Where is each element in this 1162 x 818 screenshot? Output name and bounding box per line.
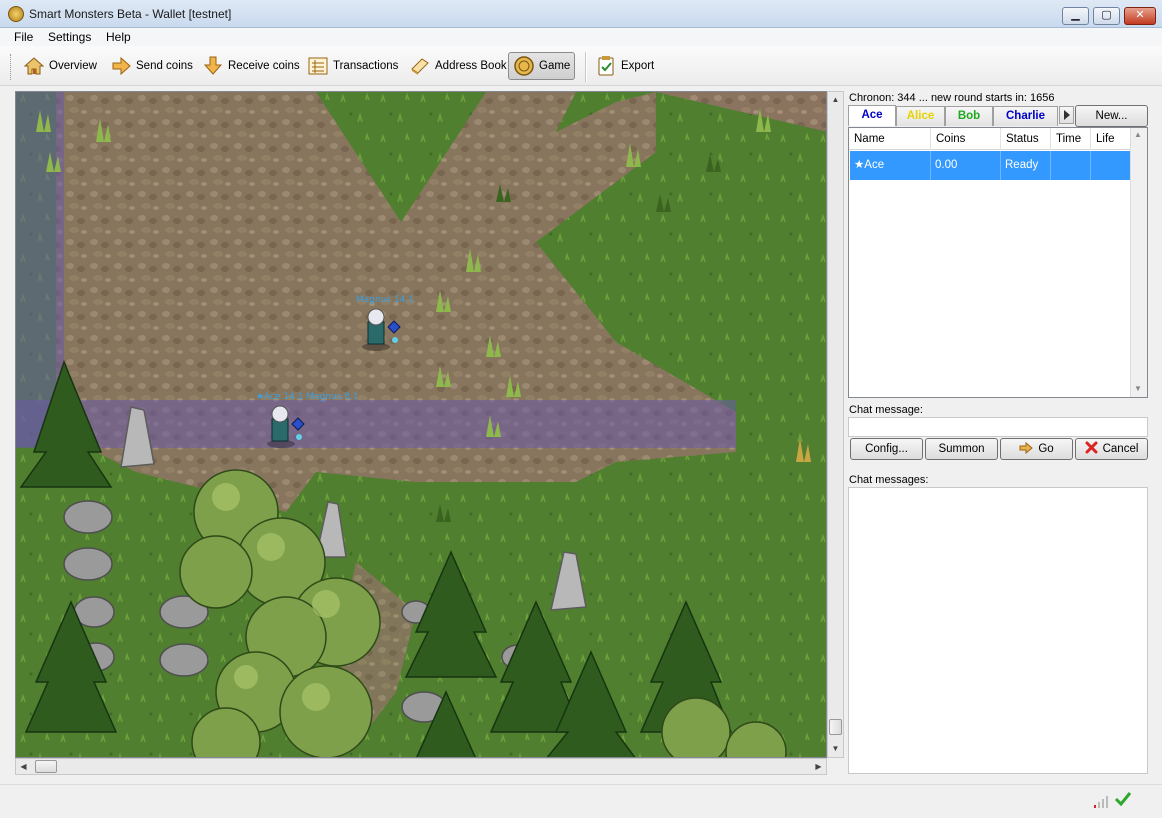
game-map-view[interactable]: Magnus 14.1 ★Ace 14.1 Magnus 8.1 <box>15 91 827 758</box>
list-icon <box>307 55 329 77</box>
export-label: Export <box>621 60 655 72</box>
game-label: Game <box>539 60 571 72</box>
tab-alice-label: Alice <box>906 110 935 122</box>
send-coins-label: Send coins <box>136 60 193 72</box>
table-header: Name Coins Status Time Life <box>849 128 1131 150</box>
overview-button[interactable]: Overview <box>19 52 101 80</box>
cell-time <box>1051 151 1091 180</box>
player-tabs: Ace Alice Bob Charlie <box>848 105 1078 126</box>
vertical-scroll-thumb[interactable] <box>829 719 842 735</box>
overview-label: Overview <box>49 60 97 72</box>
app-icon <box>8 6 24 22</box>
tab-bob[interactable]: Bob <box>945 106 993 126</box>
chat-message-label: Chat message: <box>849 404 923 416</box>
transactions-button[interactable]: Transactions <box>303 52 402 80</box>
chat-messages-log[interactable] <box>848 487 1148 774</box>
cell-life <box>1091 151 1131 180</box>
window-title: Smart Monsters Beta - Wallet [testnet] <box>29 7 232 21</box>
game-button[interactable]: Game <box>508 52 576 80</box>
config-button[interactable]: Config... <box>850 438 923 460</box>
go-button[interactable]: Go <box>1000 438 1073 460</box>
cancel-button[interactable]: Cancel <box>1075 438 1148 460</box>
players-table: Name Coins Status Time Life ★Ace 0.00 Re… <box>848 127 1148 398</box>
home-icon <box>23 55 45 77</box>
minimize-button[interactable]: ▁ <box>1062 7 1089 25</box>
menu-bar: File Settings Help <box>0 28 1162 46</box>
cell-name: ★Ace <box>850 151 931 180</box>
column-life[interactable]: Life <box>1091 128 1131 150</box>
tab-alice[interactable]: Alice <box>896 106 945 126</box>
sync-ok-icon <box>1114 791 1132 810</box>
menu-settings[interactable]: Settings <box>48 30 91 44</box>
game-vertical-scrollbar[interactable]: ▲ ▼ <box>827 91 844 758</box>
book-icon <box>409 55 431 77</box>
table-scroll-up-icon[interactable]: ▲ <box>1134 130 1142 139</box>
window-title-bar: Smart Monsters Beta - Wallet [testnet] ▁… <box>0 0 1162 28</box>
scroll-down-icon[interactable]: ▼ <box>828 741 843 756</box>
new-player-button[interactable]: New... <box>1075 105 1148 127</box>
arrow-down-icon <box>202 55 224 77</box>
table-scroll-down-icon[interactable]: ▼ <box>1134 384 1142 393</box>
receive-coins-label: Receive coins <box>228 60 300 72</box>
column-status[interactable]: Status <box>1001 128 1051 150</box>
chronon-status: Chronon: 344 ... new round starts in: 16… <box>849 92 1055 104</box>
cancel-label: Cancel <box>1102 443 1139 455</box>
cell-coins: 0.00 <box>931 151 1001 180</box>
tab-charlie-label: Charlie <box>1006 110 1045 122</box>
scroll-right-icon[interactable]: ▶ <box>811 759 826 774</box>
cancel-x-icon <box>1085 441 1098 457</box>
tab-bob-label: Bob <box>957 110 981 122</box>
close-button[interactable]: ✕ <box>1124 7 1156 25</box>
export-button[interactable]: Export <box>591 52 658 80</box>
menu-file[interactable]: File <box>14 30 33 44</box>
column-name[interactable]: Name <box>849 128 931 150</box>
receive-coins-button[interactable]: Receive coins <box>198 52 304 80</box>
new-player-label: New... <box>1095 110 1128 122</box>
menu-help[interactable]: Help <box>106 30 131 44</box>
column-time[interactable]: Time <box>1051 128 1091 150</box>
scroll-left-icon[interactable]: ◀ <box>16 759 31 774</box>
toolbar-separator <box>585 52 587 82</box>
toolbar-grip[interactable] <box>10 54 13 80</box>
clipboard-icon <box>595 55 617 77</box>
main-toolbar: Overview Send coins Receive coins Transa… <box>0 46 1162 86</box>
column-coins[interactable]: Coins <box>931 128 1001 150</box>
scroll-up-icon[interactable]: ▲ <box>828 92 843 107</box>
arrow-right-icon <box>110 55 132 77</box>
maximize-button[interactable]: ▢ <box>1093 7 1120 25</box>
send-coins-button[interactable]: Send coins <box>106 52 197 80</box>
tab-ace-label: Ace <box>861 109 883 121</box>
address-book-label: Address Book <box>435 60 507 72</box>
status-bar <box>0 784 1162 818</box>
horizontal-scroll-thumb[interactable] <box>35 760 57 773</box>
coin-icon <box>513 55 535 77</box>
table-scrollbar[interactable]: ▲ ▼ <box>1130 128 1147 397</box>
config-label: Config... <box>865 443 908 455</box>
go-arrow-icon <box>1019 441 1034 457</box>
go-label: Go <box>1038 443 1054 455</box>
chat-messages-label: Chat messages: <box>849 474 929 486</box>
game-map: Magnus 14.1 ★Ace 14.1 Magnus 8.1 <box>16 92 826 757</box>
summon-label: Summon <box>938 443 985 455</box>
player-b-label: ★Ace 14.1 Magnus 8.1 <box>256 392 359 402</box>
tab-ace[interactable]: Ace <box>848 105 896 126</box>
summon-button[interactable]: Summon <box>925 438 998 460</box>
address-book-button[interactable]: Address Book <box>405 52 511 80</box>
transactions-label: Transactions <box>333 60 399 72</box>
tab-charlie[interactable]: Charlie <box>993 106 1058 126</box>
game-horizontal-scrollbar[interactable]: ◀ ▶ <box>15 758 827 775</box>
chat-message-input[interactable] <box>848 417 1148 437</box>
tab-scroll-right-icon[interactable] <box>1059 106 1074 124</box>
player-a-label: Magnus 14.1 <box>356 295 414 305</box>
connections-icon <box>1093 795 1109 812</box>
cell-status: Ready <box>1001 151 1051 180</box>
table-row[interactable]: ★Ace 0.00 Ready <box>850 151 1131 180</box>
